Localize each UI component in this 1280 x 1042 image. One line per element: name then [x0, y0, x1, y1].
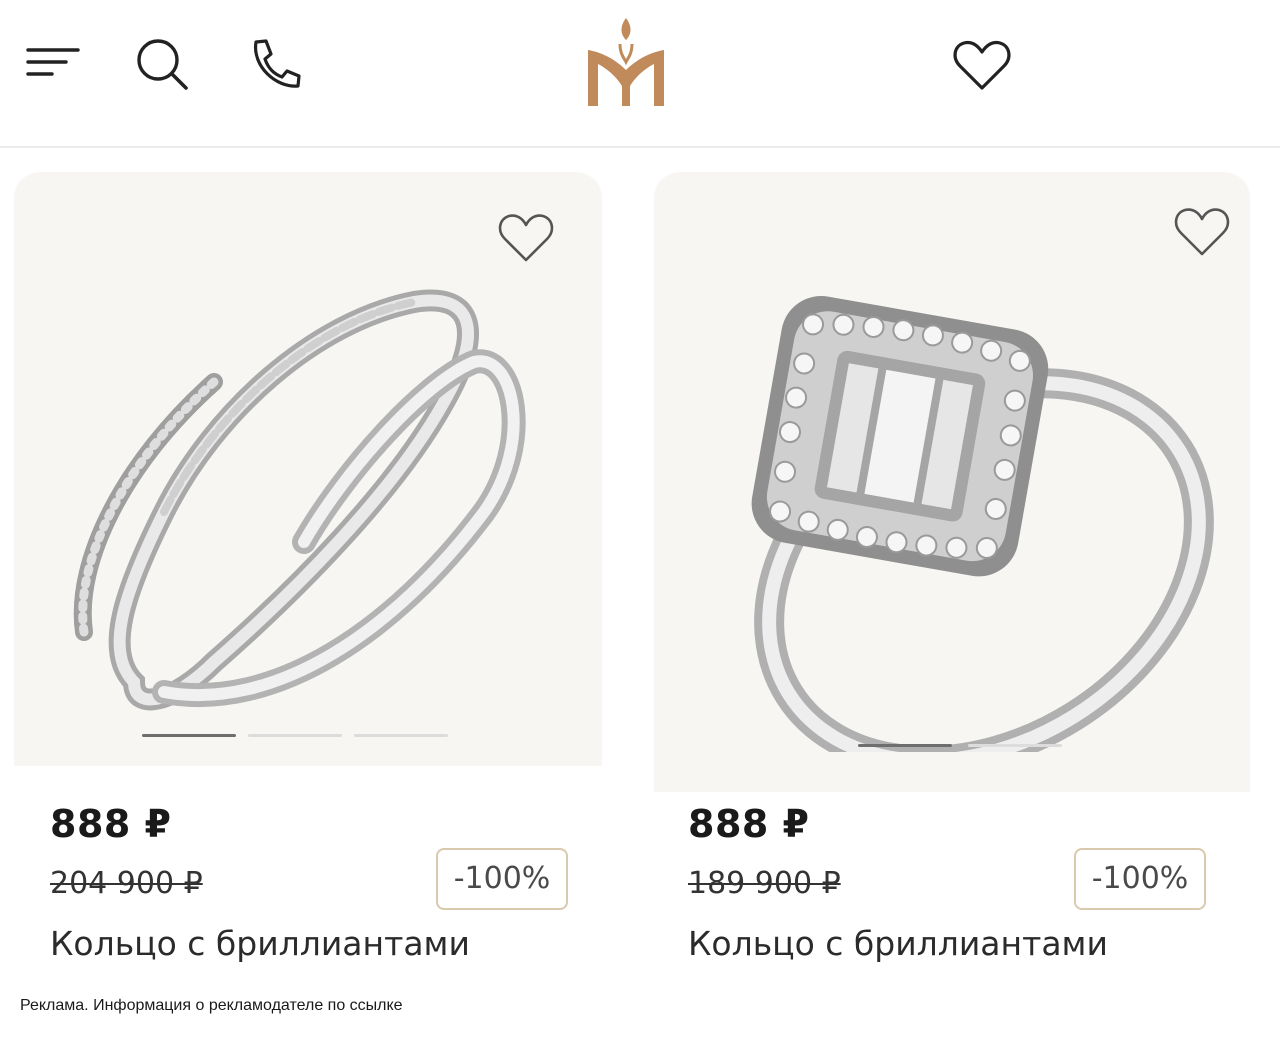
- carousel-dot[interactable]: [248, 734, 342, 737]
- ad-disclaimer[interactable]: Реклама. Информация о рекламодателе по с…: [0, 990, 415, 1022]
- discount-badge: -100%: [1074, 848, 1206, 910]
- product-price: 888 ₽: [688, 802, 810, 846]
- carousel-dot[interactable]: [142, 734, 236, 737]
- product-card[interactable]: 888 ₽ 189 900 ₽ -100% Кольцо с бриллиант…: [654, 172, 1250, 1042]
- image-carousel-indicator: [142, 734, 452, 738]
- menu-icon[interactable]: [26, 44, 80, 80]
- favorite-heart-icon[interactable]: [1172, 204, 1232, 260]
- halo-diamond-ring-image: [751, 296, 1214, 752]
- phone-icon[interactable]: [246, 36, 304, 92]
- carousel-dot[interactable]: [968, 744, 1062, 747]
- search-icon[interactable]: [134, 36, 190, 92]
- carousel-dot[interactable]: [354, 734, 448, 737]
- favorites-heart-icon[interactable]: [952, 38, 1012, 92]
- product-old-price: 189 900 ₽: [688, 866, 841, 901]
- brand-logo[interactable]: [580, 14, 672, 110]
- product-price: 888 ₽: [50, 802, 172, 846]
- product-name[interactable]: Кольцо с бриллиантами: [50, 924, 470, 963]
- product-old-price: 204 900 ₽: [50, 866, 203, 901]
- carousel-dot[interactable]: [858, 744, 952, 747]
- product-info: 888 ₽ 189 900 ₽ -100% Кольцо с бриллиант…: [654, 792, 1250, 1042]
- discount-badge: -100%: [436, 848, 568, 910]
- favorite-heart-icon[interactable]: [496, 210, 556, 266]
- product-name[interactable]: Кольцо с бриллиантами: [688, 924, 1108, 963]
- site-header: [0, 0, 1280, 148]
- spiral-diamond-ring-image: [73, 289, 526, 711]
- image-carousel-indicator: [858, 744, 1066, 748]
- product-card[interactable]: 888 ₽ 204 900 ₽ -100% Кольцо с бриллиант…: [14, 172, 602, 1042]
